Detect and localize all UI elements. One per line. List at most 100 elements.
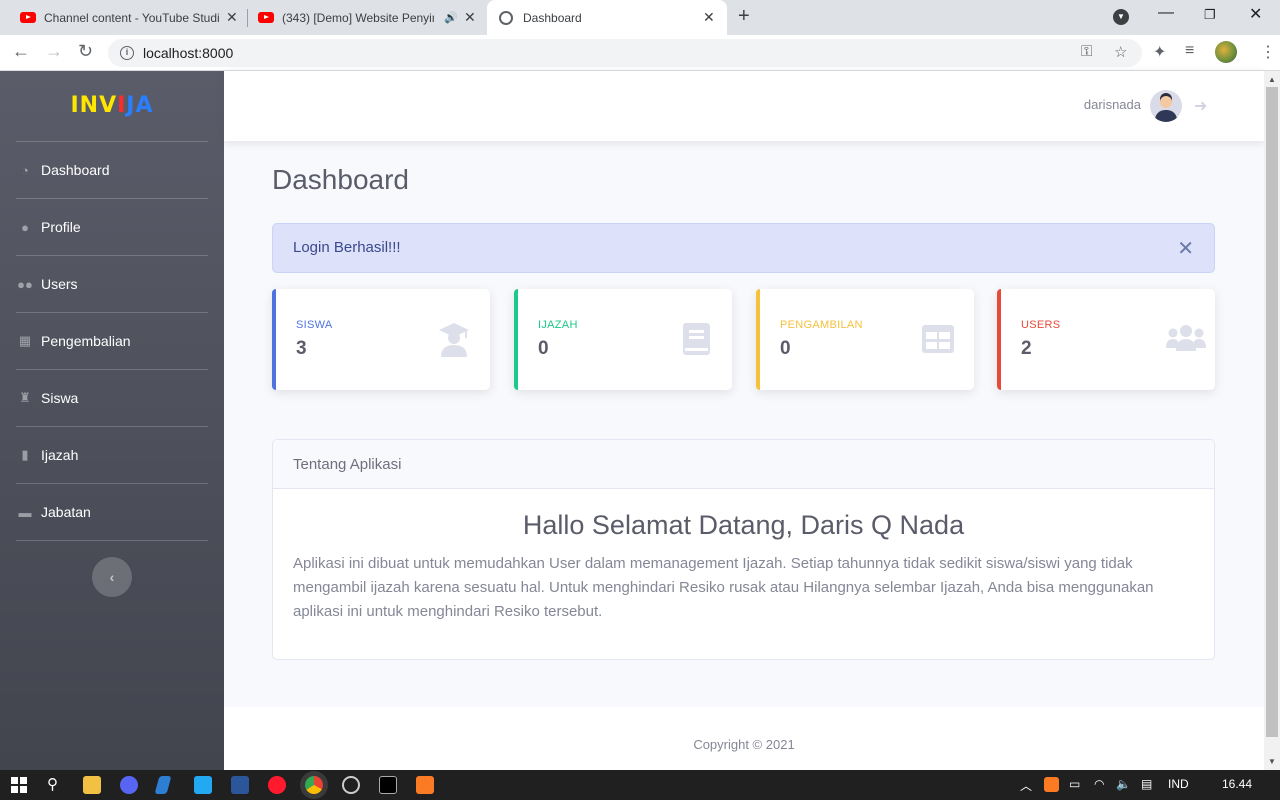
card-accent-bar (756, 289, 760, 390)
brand-letter: V (99, 93, 118, 118)
info-icon[interactable]: i (120, 46, 134, 60)
star-icon[interactable]: ☆ (1114, 43, 1127, 61)
browser-tab-bar: Channel content - YouTube Studio ✕ (343)… (0, 0, 1280, 35)
about-card: Tentang Aplikasi Hallo Selamat Datang, D… (272, 439, 1215, 660)
sidebar-item-jabatan[interactable]: ▬ Jabatan (0, 484, 224, 540)
about-description: Aplikasi ini dibuat untuk memudahkan Use… (293, 555, 1154, 620)
scroll-down-icon[interactable]: ▼ (1268, 757, 1276, 766)
windows-taskbar: ⚲ ︿ ▭ ◠ 🔈 ▤ IND 16.44 (0, 770, 1280, 800)
opera-icon[interactable] (268, 776, 286, 794)
browser-tab-demo[interactable]: (343) [Demo] Website Penyimpanan 🔊 ✕ (258, 0, 484, 35)
sidebar-item-profile[interactable]: ● Profile (0, 199, 224, 255)
brand-logo[interactable]: INVIJA (0, 93, 224, 118)
table-icon (922, 325, 954, 353)
about-card-header: Tentang Aplikasi (273, 440, 1214, 489)
address-bar[interactable]: i localhost:8000 ⚿ ☆ (108, 39, 1142, 67)
card-label: IJAZAH (538, 319, 578, 331)
graduate-icon (439, 323, 469, 357)
key-icon[interactable]: ⚿ (1081, 43, 1092, 60)
speaker-icon[interactable]: 🔊 (444, 11, 458, 24)
tab-divider (247, 9, 248, 27)
card-value: 2 (1021, 338, 1032, 359)
sidebar-item-pengembalian[interactable]: ▦ Pengembalian (0, 313, 224, 369)
chevron-left-icon: ‹ (109, 569, 115, 585)
close-tab-icon[interactable]: ✕ (464, 9, 476, 26)
xampp-icon[interactable] (416, 776, 434, 794)
close-window-icon[interactable]: ✕ (1249, 4, 1262, 24)
url-text[interactable]: localhost:8000 (143, 45, 233, 61)
forward-icon[interactable]: → (45, 41, 63, 62)
sidebar-divider (16, 540, 208, 541)
brand-letter: I (117, 93, 127, 118)
reload-icon[interactable]: ↻ (78, 41, 93, 62)
user-avatar[interactable] (1150, 90, 1182, 122)
sidebar-item-siswa[interactable]: ♜ Siswa (0, 370, 224, 426)
discord-icon[interactable] (120, 776, 138, 794)
stat-card-siswa[interactable]: SISWA 3 (272, 289, 490, 390)
scrollbar-thumb[interactable] (1266, 87, 1278, 737)
chevron-up-icon[interactable]: ︿ (1020, 777, 1032, 794)
briefcase-icon: ▬ (18, 504, 32, 520)
stat-card-ijazah[interactable]: IJAZAH 0 (514, 289, 732, 390)
tab-search-icon[interactable]: ▼ (1113, 9, 1129, 25)
users-icon (1166, 325, 1206, 351)
tachometer-icon: ◔ (21, 162, 29, 178)
card-label: USERS (1021, 319, 1061, 331)
stat-card-pengambilan[interactable]: PENGAMBILAN 0 (756, 289, 974, 390)
card-value: 0 (538, 338, 549, 359)
sidebar-toggle-button[interactable]: ‹ (92, 557, 132, 597)
success-alert: Login Berhasil!!! ✕ (272, 223, 1215, 273)
stat-card-users[interactable]: USERS 2 (997, 289, 1215, 390)
wifi-icon[interactable]: ◠ (1094, 777, 1104, 791)
close-tab-icon[interactable]: ✕ (703, 9, 715, 26)
extensions-icon[interactable]: ✦ (1153, 42, 1166, 62)
sidebar-item-dashboard[interactable]: ◔ Dashboard (0, 142, 224, 198)
table-icon: ▦ (18, 333, 32, 348)
clock[interactable]: 16.44 (1222, 777, 1252, 791)
card-label: SISWA (296, 319, 333, 331)
volume-icon[interactable]: 🔈 (1116, 777, 1131, 791)
terminal-icon[interactable] (379, 776, 397, 794)
github-icon[interactable] (342, 776, 360, 794)
browser-tab-dashboard[interactable]: Dashboard ✕ (487, 0, 727, 35)
brand-letter: N (79, 93, 100, 118)
restore-icon[interactable]: ❐ (1204, 7, 1216, 23)
username[interactable]: darisnada (1084, 97, 1141, 112)
vscode-icon[interactable] (194, 776, 212, 794)
browser-profile-avatar[interactable] (1215, 41, 1237, 63)
battery-icon[interactable]: ▭ (1069, 777, 1080, 791)
brand-letter: A (135, 93, 154, 118)
browser-toolbar: ← → ↻ i localhost:8000 ⚿ ☆ ✦ ≡ ⋮ (0, 35, 1280, 71)
close-icon[interactable]: ✕ (1177, 236, 1194, 261)
globe-icon (499, 10, 513, 25)
chrome-icon[interactable] (305, 776, 323, 794)
new-tab-icon[interactable]: + (738, 5, 750, 28)
page-scrollbar[interactable]: ▲ ▼ (1264, 71, 1280, 770)
search-icon[interactable]: ⚲ (47, 775, 58, 793)
logout-icon[interactable]: ➜ (1194, 96, 1207, 116)
close-tab-icon[interactable]: ✕ (226, 9, 238, 26)
notification-icon[interactable]: ▤ (1141, 777, 1152, 791)
windows-start-icon[interactable] (10, 776, 28, 794)
sidebar-item-label: Ijazah (41, 447, 79, 463)
footer: Copyright © 2021 (224, 707, 1264, 770)
sidebar-item-ijazah[interactable]: ▮ Ijazah (0, 427, 224, 483)
file-explorer-icon[interactable] (83, 776, 101, 794)
back-icon[interactable]: ← (12, 41, 30, 62)
language-indicator[interactable]: IND (1168, 777, 1189, 791)
reading-list-icon[interactable]: ≡ (1185, 42, 1194, 60)
tab-title: (343) [Demo] Website Penyimpanan (282, 10, 434, 25)
app-icon[interactable] (154, 776, 172, 794)
sidebar-item-users[interactable]: ●● Users (0, 256, 224, 312)
xampp-tray-icon[interactable] (1044, 777, 1059, 792)
welcome-heading: Hallo Selamat Datang, Daris Q Nada (522, 510, 965, 540)
brand-letter: J (126, 93, 136, 118)
minimize-icon[interactable]: — (1158, 4, 1174, 22)
student-icon: ♜ (19, 390, 31, 405)
browser-tab-youtube-studio[interactable]: Channel content - YouTube Studio ✕ (20, 0, 245, 35)
menu-icon[interactable]: ⋮ (1260, 42, 1276, 62)
card-accent-bar (997, 289, 1001, 390)
sidebar-item-label: Jabatan (41, 504, 91, 520)
word-icon[interactable] (231, 776, 249, 794)
scroll-up-icon[interactable]: ▲ (1268, 75, 1276, 84)
